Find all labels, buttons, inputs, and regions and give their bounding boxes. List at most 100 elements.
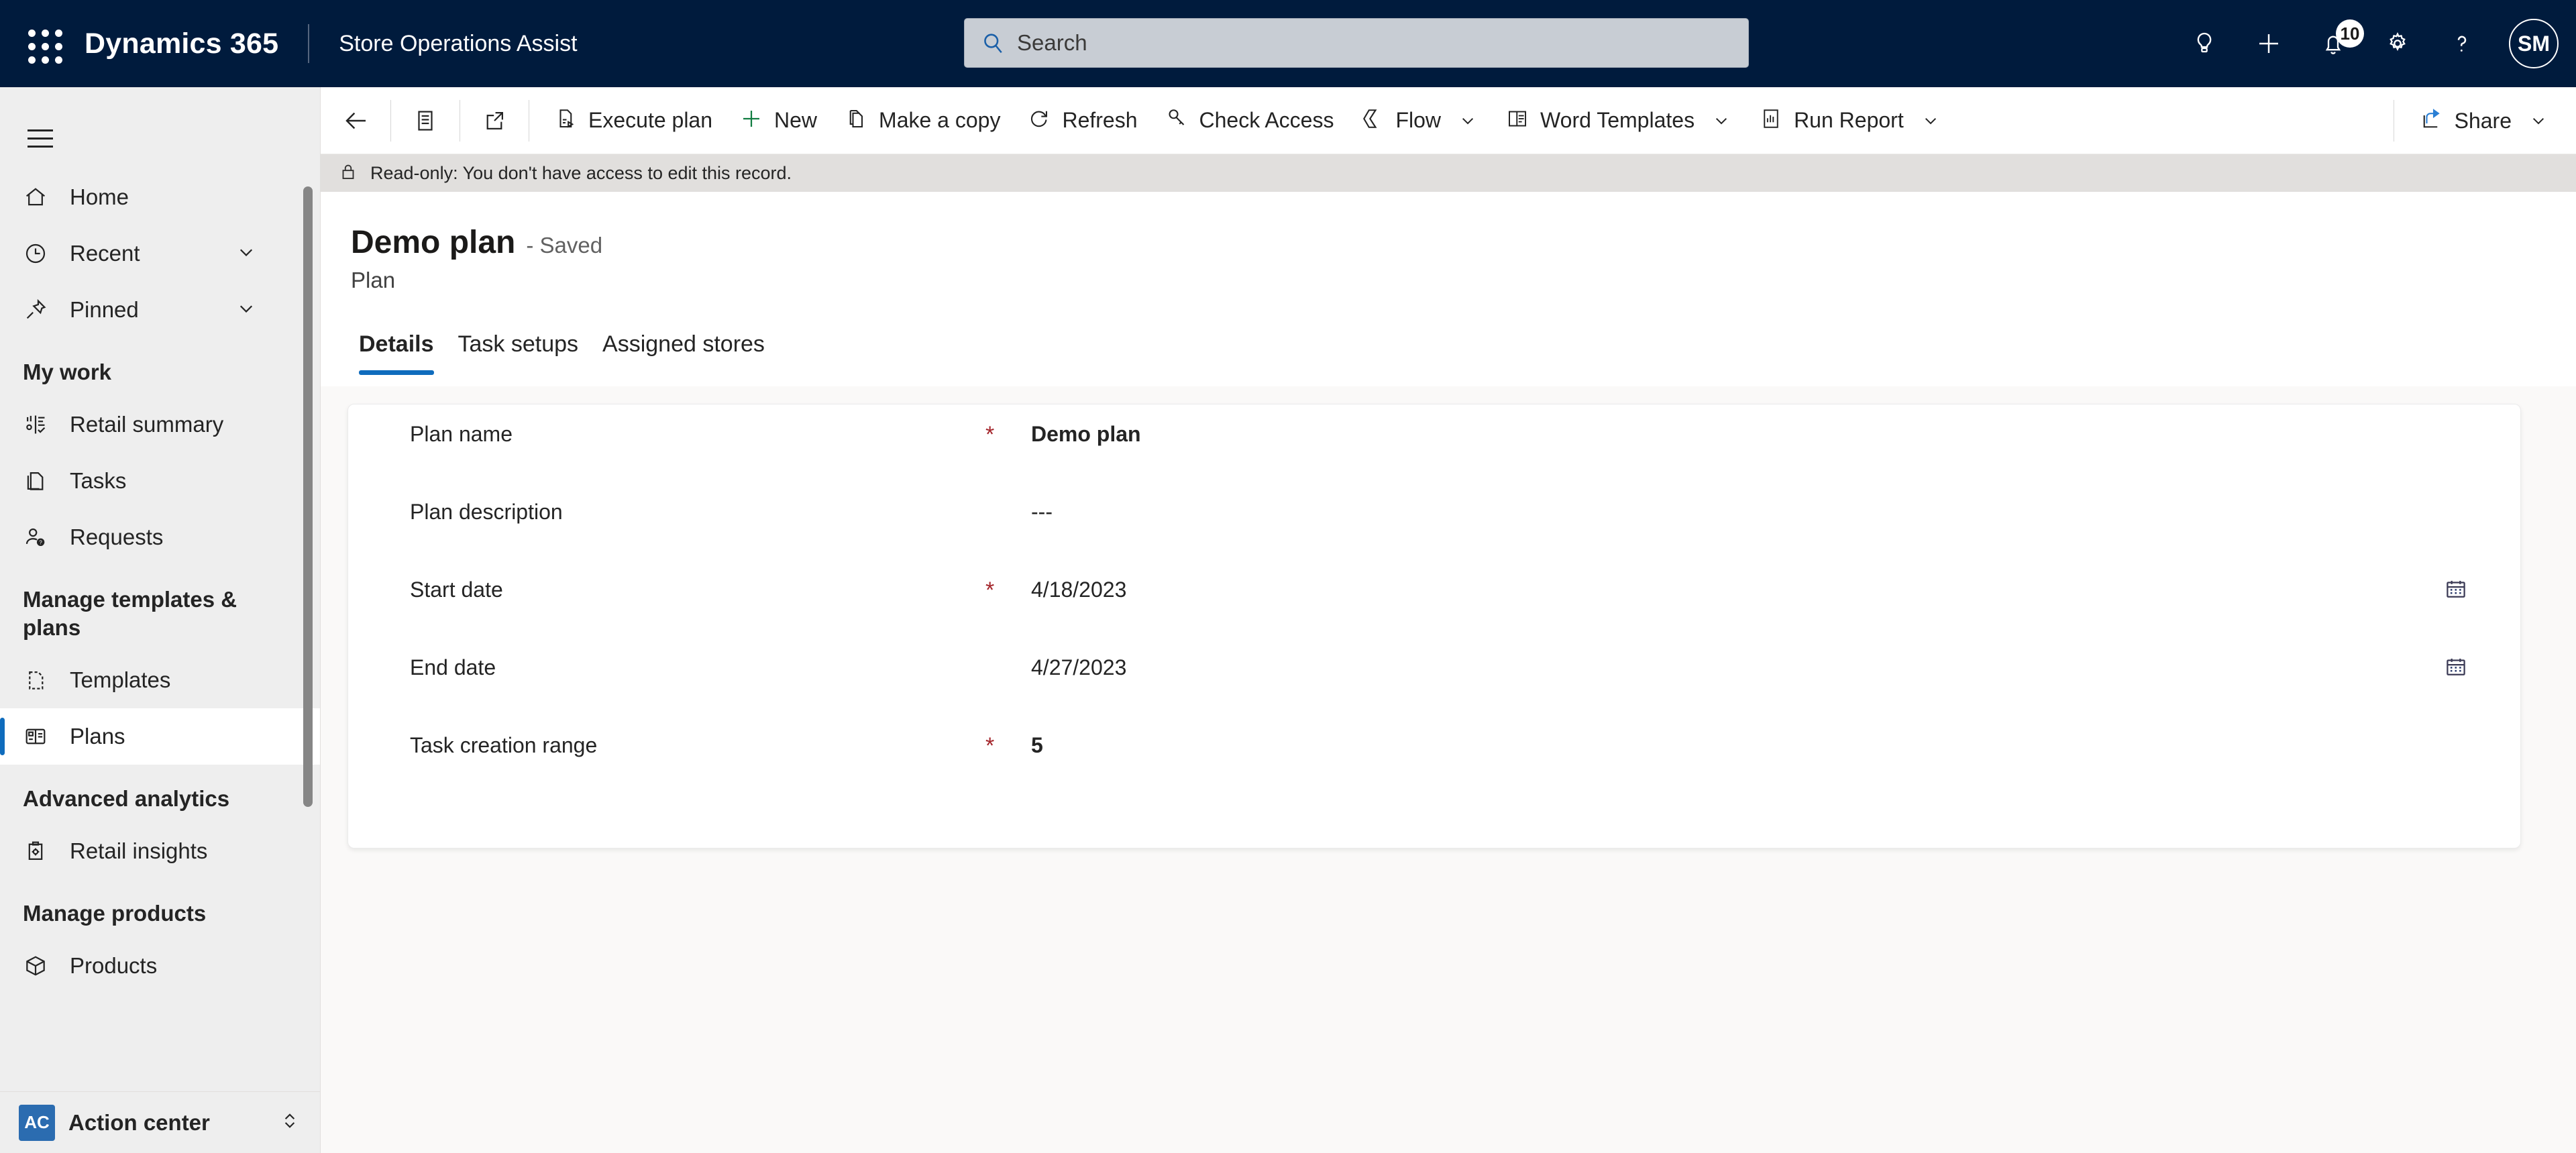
chevron-down-icon[interactable] — [234, 240, 258, 268]
sidebar-item-label: Retail insights — [70, 838, 208, 863]
svg-text:?: ? — [39, 540, 42, 546]
app-launcher-icon[interactable] — [17, 19, 67, 68]
task-creation-range-value[interactable]: 5 — [1031, 733, 1043, 758]
plan-name-value[interactable]: Demo plan — [1031, 422, 1141, 447]
calendar-icon[interactable] — [2444, 655, 2468, 683]
search-placeholder: Search — [1017, 30, 1087, 55]
clipboard-gear-icon — [23, 838, 58, 864]
key-icon — [1165, 107, 1189, 134]
flow-button[interactable]: Flow — [1347, 97, 1492, 144]
word-templates-button[interactable]: Word Templates — [1492, 97, 1746, 144]
sidebar-item-products[interactable]: Products — [0, 938, 320, 994]
refresh-icon — [1027, 107, 1051, 134]
search-icon — [981, 31, 1005, 55]
readonly-notification-text: Read-only: You don't have access to edit… — [370, 162, 792, 183]
readonly-notification-bar: Read-only: You don't have access to edit… — [321, 154, 2576, 192]
action-center-label: Action center — [68, 1109, 210, 1135]
share-button[interactable]: Share — [2406, 97, 2563, 144]
plus-icon — [739, 107, 763, 134]
field-row-task-creation-range: Task creation range * 5 — [348, 733, 2520, 820]
lightbulb-icon[interactable] — [2172, 11, 2237, 76]
flow-label: Flow — [1395, 108, 1442, 132]
make-a-copy-button[interactable]: Make a copy — [830, 97, 1014, 144]
field-row-end-date: End date 4/27/2023 — [348, 655, 2520, 743]
person-question-icon: ? — [23, 525, 58, 550]
refresh-button[interactable]: Refresh — [1014, 97, 1150, 144]
field-row-plan-name: Plan name * Demo plan — [348, 422, 2520, 509]
check-access-button[interactable]: Check Access — [1151, 97, 1348, 144]
chevron-down-icon[interactable] — [1457, 110, 1479, 131]
execute-plan-button[interactable]: Execute plan — [540, 97, 726, 144]
check-access-label: Check Access — [1199, 108, 1334, 132]
top-bar-actions: 10 SM — [2172, 0, 2559, 87]
sidebar-item-retail-summary[interactable]: Retail summary — [0, 396, 320, 453]
sidebar-item-retail-insights[interactable]: Retail insights — [0, 823, 320, 879]
template-icon — [23, 667, 58, 693]
tab-assigned-stores[interactable]: Assigned stores — [590, 331, 777, 375]
plan-grid-icon — [23, 724, 58, 749]
question-icon[interactable] — [2430, 11, 2494, 76]
sidebar-item-recent[interactable]: Recent — [0, 225, 320, 282]
hamburger-menu-icon[interactable] — [9, 107, 71, 169]
plus-icon[interactable] — [2237, 11, 2301, 76]
execute-plan-label: Execute plan — [588, 108, 713, 132]
calendar-icon[interactable] — [2444, 578, 2468, 605]
form-list-icon[interactable] — [402, 97, 449, 144]
lock-icon — [338, 162, 358, 185]
chevron-down-icon[interactable] — [234, 296, 258, 324]
action-center-button[interactable]: AC Action center — [0, 1091, 320, 1153]
app-name[interactable]: Store Operations Assist — [339, 31, 577, 57]
required-marker: * — [985, 578, 995, 603]
run-report-button[interactable]: Run Report — [1746, 97, 1955, 144]
sidebar-group-manage-products: Manage products — [23, 901, 207, 926]
sidebar-item-label: Plans — [70, 723, 125, 749]
flow-icon — [1360, 107, 1385, 134]
gear-icon[interactable] — [2365, 11, 2430, 76]
pin-icon — [23, 297, 58, 323]
tab-task-setups[interactable]: Task setups — [446, 331, 591, 375]
avatar[interactable]: SM — [2509, 19, 2559, 68]
tab-details[interactable]: Details — [351, 331, 446, 375]
search-input[interactable]: Search — [964, 18, 1749, 68]
chevron-down-icon[interactable] — [2528, 110, 2549, 131]
chevron-up-down-icon[interactable] — [278, 1109, 301, 1136]
top-navigation-bar: Dynamics 365 Store Operations Assist Sea… — [0, 0, 2576, 87]
sidebar-item-label: Retail summary — [70, 412, 224, 437]
sidebar-scrollbar[interactable] — [303, 186, 313, 807]
new-button[interactable]: New — [726, 97, 830, 144]
share-label: Share — [2454, 108, 2512, 133]
chart-icon — [23, 412, 58, 437]
refresh-label: Refresh — [1062, 108, 1138, 132]
copy-icon — [844, 107, 868, 134]
task-creation-range-label: Task creation range — [410, 733, 598, 757]
record-header: Demo plan - Saved Plan Details Task setu… — [321, 192, 2576, 386]
field-row-start-date: Start date * 4/18/2023 — [348, 578, 2520, 665]
sidebar-item-plans[interactable]: Plans — [0, 708, 320, 765]
sidebar-group-advanced-analytics: Advanced analytics — [23, 785, 230, 811]
chevron-down-icon[interactable] — [1920, 110, 1941, 131]
new-label: New — [774, 108, 818, 132]
run-report-label: Run Report — [1794, 108, 1904, 132]
sidebar-item-tasks[interactable]: Tasks — [0, 453, 320, 509]
make-a-copy-label: Make a copy — [879, 108, 1001, 132]
field-row-plan-description: Plan description --- — [348, 500, 2520, 587]
pop-out-icon[interactable] — [471, 97, 518, 144]
end-date-value[interactable]: 4/27/2023 — [1031, 655, 1126, 680]
sidebar-item-home[interactable]: Home — [0, 169, 320, 225]
brand-title[interactable]: Dynamics 365 — [85, 28, 278, 60]
clock-icon — [23, 241, 58, 266]
bell-icon[interactable]: 10 — [2301, 11, 2365, 76]
sidebar-item-requests[interactable]: ? Requests — [0, 509, 320, 565]
chevron-down-icon[interactable] — [1711, 110, 1732, 131]
plan-description-value[interactable]: --- — [1031, 500, 1053, 525]
entity-name: Plan — [351, 268, 396, 292]
back-button[interactable] — [333, 97, 380, 144]
share-icon — [2420, 107, 2444, 135]
box-icon — [23, 953, 58, 979]
start-date-value[interactable]: 4/18/2023 — [1031, 578, 1126, 602]
notification-badge: 10 — [2336, 19, 2364, 48]
sidebar-item-label: Tasks — [70, 468, 127, 494]
sidebar-item-pinned[interactable]: Pinned — [0, 282, 320, 338]
command-divider — [390, 99, 391, 142]
sidebar-item-templates[interactable]: Templates — [0, 652, 320, 708]
